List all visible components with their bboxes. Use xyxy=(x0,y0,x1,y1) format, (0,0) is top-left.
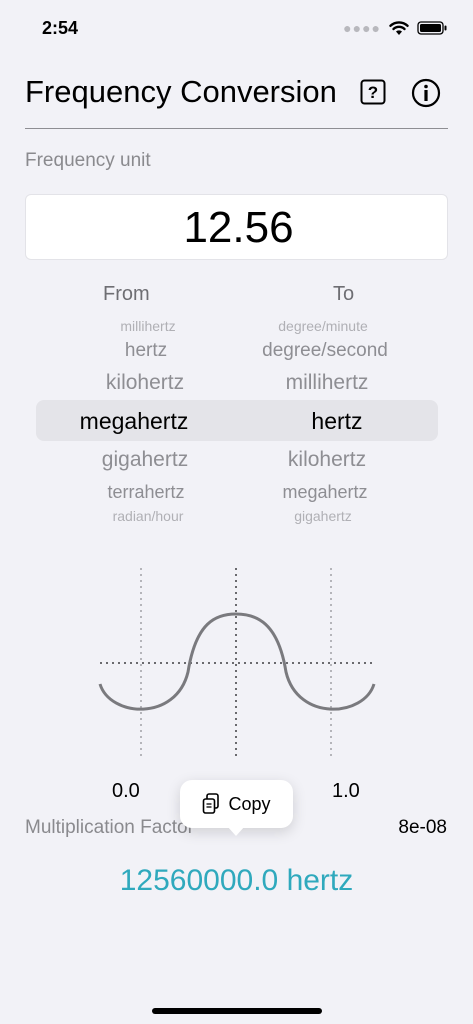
from-label: From xyxy=(103,283,150,305)
to-picker-item[interactable]: degree/second xyxy=(262,340,388,362)
copy-icon xyxy=(203,793,220,814)
copy-label: Copy xyxy=(228,793,271,814)
header-divider xyxy=(25,128,448,129)
value-input[interactable] xyxy=(26,195,451,261)
status-time: 2:54 xyxy=(42,18,79,38)
value-field[interactable] xyxy=(25,194,451,261)
from-picker-item[interactable]: millihertz xyxy=(120,318,175,334)
multiplication-factor-label: Multiplication Factor xyxy=(25,817,194,838)
wifi-icon xyxy=(389,20,409,35)
to-picker-item[interactable]: megahertz xyxy=(282,482,367,503)
signal-icon: ●●●● xyxy=(343,20,381,36)
to-label: To xyxy=(333,283,355,305)
svg-text:?: ? xyxy=(368,83,378,102)
to-picker-item[interactable]: kilohertz xyxy=(288,448,366,472)
from-picker-item[interactable]: radian/hour xyxy=(113,508,184,524)
from-picker-selected[interactable]: megahertz xyxy=(80,408,189,435)
from-picker-item[interactable]: gigahertz xyxy=(102,448,188,472)
to-picker-item[interactable]: millihertz xyxy=(286,371,369,395)
frequency-wave-graphic xyxy=(98,568,376,758)
frequency-unit-label: Frequency unit xyxy=(25,150,151,171)
wave-tick-label-end: 1.0 xyxy=(332,780,360,802)
home-indicator[interactable] xyxy=(152,1008,322,1014)
page-title: Frequency Conversion xyxy=(25,74,337,109)
wave-tick-label-start: 0.0 xyxy=(112,780,140,802)
help-icon[interactable]: ? xyxy=(360,79,386,105)
to-picker-item[interactable]: gigahertz xyxy=(294,508,352,524)
from-picker-item[interactable]: hertz xyxy=(125,340,167,362)
copy-button[interactable]: Copy xyxy=(180,780,293,828)
multiplication-factor-value: 8e-08 xyxy=(398,817,447,838)
from-picker-item[interactable]: kilohertz xyxy=(106,371,184,395)
copy-popup-arrow xyxy=(227,826,245,836)
to-picker-item[interactable]: degree/minute xyxy=(278,318,368,334)
battery-icon xyxy=(417,21,447,35)
from-picker-item[interactable]: terrahertz xyxy=(107,482,184,503)
to-picker-selected[interactable]: hertz xyxy=(311,408,362,435)
info-icon[interactable] xyxy=(411,78,441,108)
status-icons: ●●●● xyxy=(343,20,447,36)
conversion-result[interactable]: 12560000.0 hertz xyxy=(0,864,473,898)
